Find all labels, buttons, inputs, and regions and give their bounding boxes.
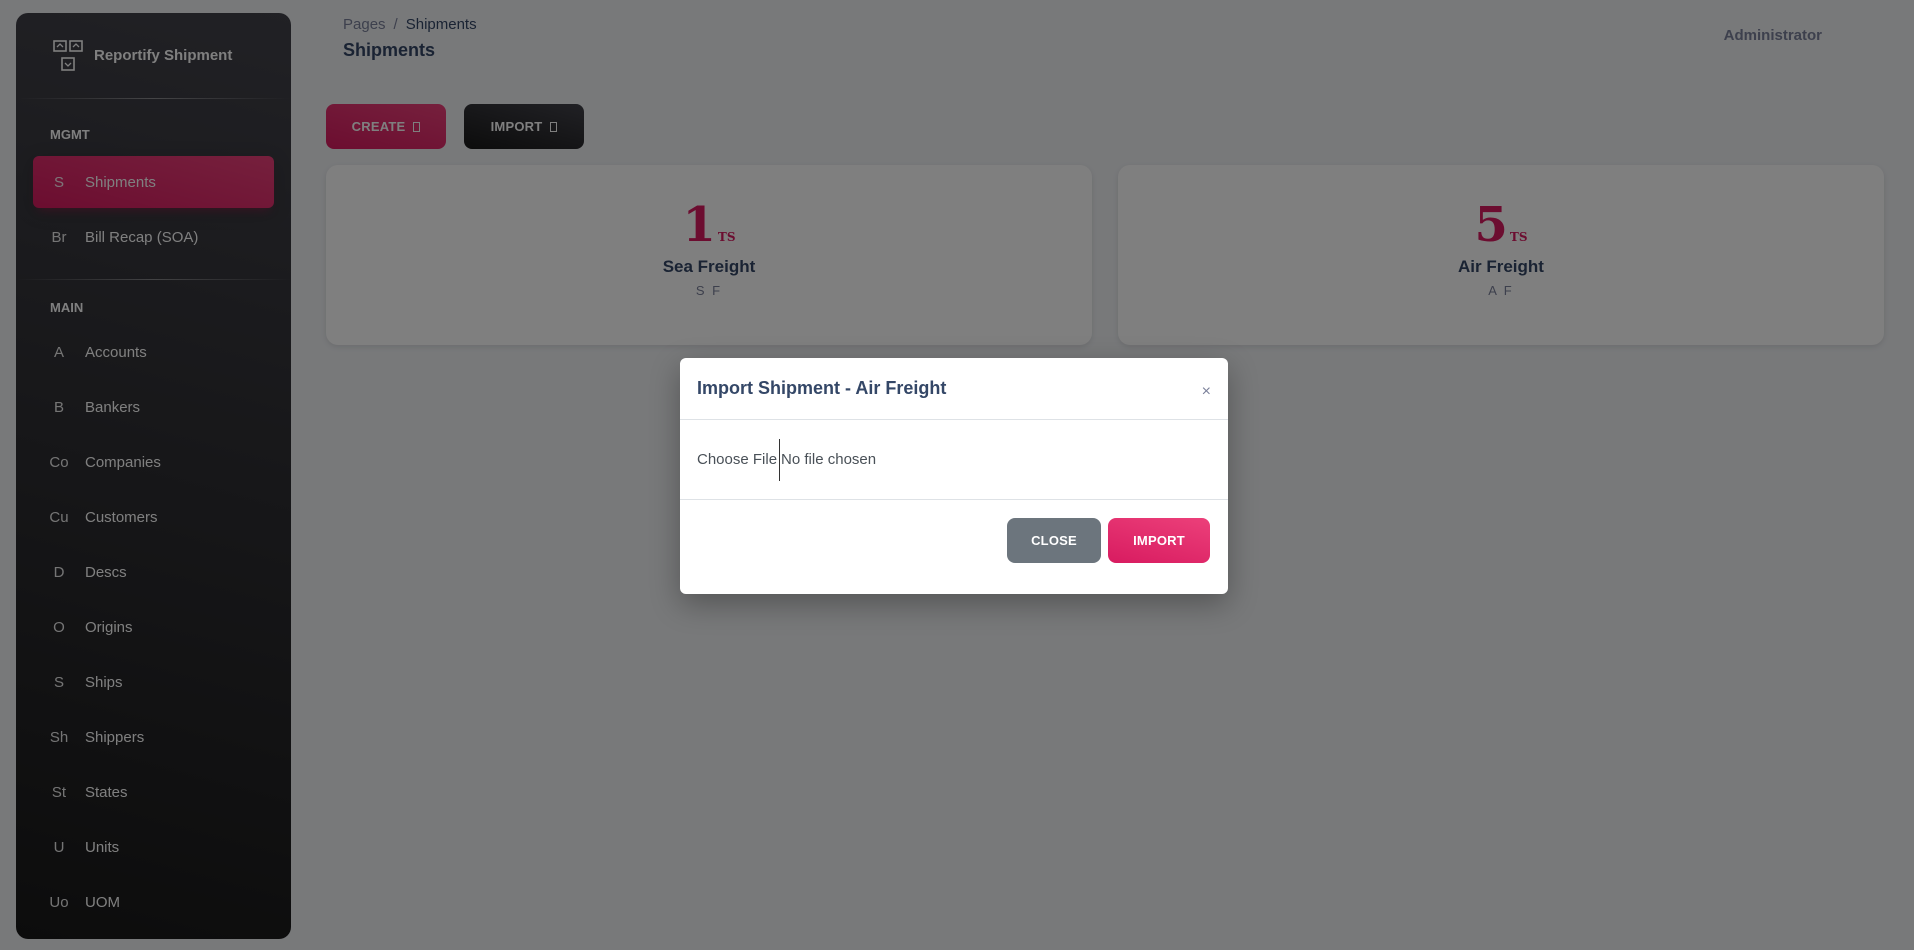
file-status: No file chosen — [781, 451, 877, 468]
close-button[interactable]: CLOSE — [1007, 518, 1101, 563]
text-cursor — [779, 438, 781, 481]
import-modal: Import Shipment - Air Freight × Choose F… — [680, 358, 1228, 594]
modal-header: Import Shipment - Air Freight × — [680, 358, 1228, 420]
modal-body: Choose File No file chosen — [680, 420, 1228, 500]
close-icon[interactable]: × — [1202, 383, 1211, 401]
modal-title: Import Shipment - Air Freight — [697, 378, 947, 398]
modal-footer: CLOSE IMPORT — [680, 500, 1228, 592]
choose-file-button[interactable]: Choose File — [697, 451, 778, 468]
import-confirm-button[interactable]: IMPORT — [1108, 518, 1210, 563]
